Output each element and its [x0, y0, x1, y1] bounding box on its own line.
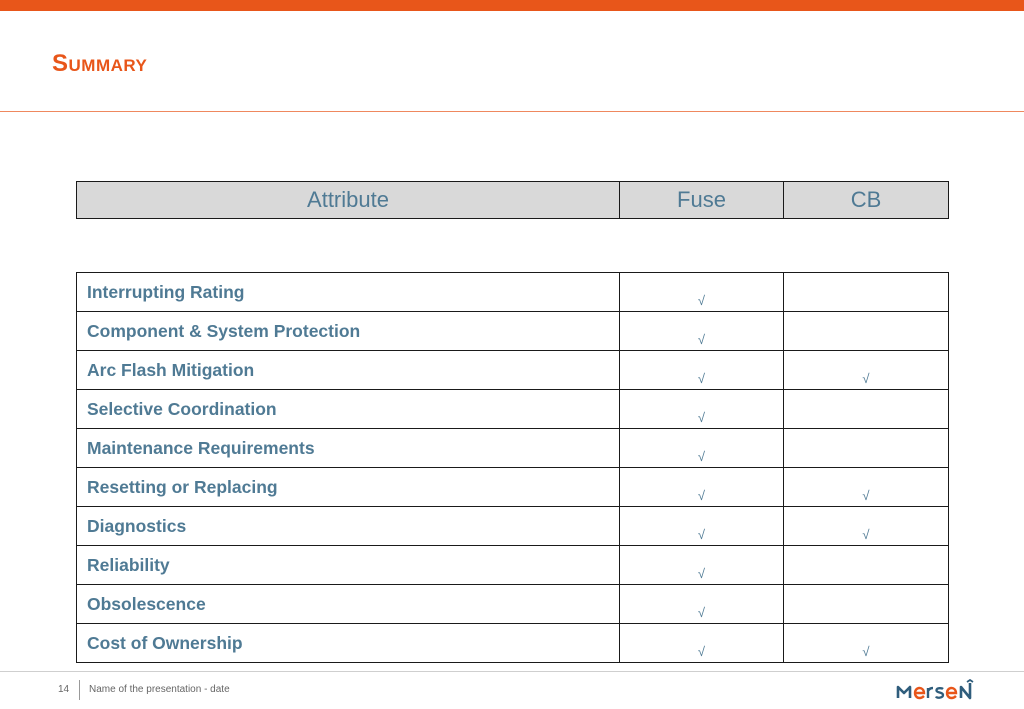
fuse-check-cell: √	[619, 272, 784, 312]
attribute-cell: Obsolescence	[76, 584, 620, 624]
footer-separator	[79, 680, 80, 700]
fuse-check-cell: √	[619, 506, 784, 546]
fuse-check-cell: √	[619, 389, 784, 429]
header-cb: CB	[783, 181, 949, 219]
attribute-cell: Reliability	[76, 545, 620, 585]
table-row: Maintenance Requirements √	[76, 428, 949, 468]
comparison-table: Interrupting Rating √ Component & System…	[76, 272, 949, 663]
cb-check-cell: √	[783, 467, 949, 507]
comparison-header-table: Attribute Fuse CB	[76, 181, 949, 219]
table-row: Cost of Ownership √ √	[76, 623, 949, 663]
cb-check-cell: √	[783, 506, 949, 546]
table-row: Component & System Protection √	[76, 311, 949, 351]
attribute-cell: Selective Coordination	[76, 389, 620, 429]
fuse-check-cell: √	[619, 584, 784, 624]
table-row: Diagnostics √ √	[76, 506, 949, 546]
header-row: Attribute Fuse CB	[76, 181, 949, 219]
attribute-cell: Cost of Ownership	[76, 623, 620, 663]
cb-check-cell	[783, 428, 949, 468]
header-fuse: Fuse	[619, 181, 784, 219]
slide-title: Summary	[52, 50, 148, 77]
footer-text: Name of the presentation - date	[89, 684, 230, 695]
table-row: Reliability √	[76, 545, 949, 585]
fuse-check-cell: √	[619, 623, 784, 663]
page-number: 14	[58, 684, 70, 695]
table-row: Arc Flash Mitigation √ √	[76, 350, 949, 390]
title-divider	[0, 111, 1024, 112]
attribute-cell: Component & System Protection	[76, 311, 620, 351]
fuse-check-cell: √	[619, 545, 784, 585]
table-row: Obsolescence √	[76, 584, 949, 624]
cb-check-cell: √	[783, 350, 949, 390]
fuse-check-cell: √	[619, 350, 784, 390]
fuse-check-cell: √	[619, 467, 784, 507]
cb-check-cell	[783, 311, 949, 351]
fuse-check-cell: √	[619, 428, 784, 468]
header-attribute: Attribute	[76, 181, 620, 219]
mersen-logo	[896, 679, 974, 700]
cb-check-cell: √	[783, 623, 949, 663]
cb-check-cell	[783, 272, 949, 312]
cb-check-cell	[783, 389, 949, 429]
attribute-cell: Maintenance Requirements	[76, 428, 620, 468]
cb-check-cell	[783, 545, 949, 585]
attribute-cell: Arc Flash Mitigation	[76, 350, 620, 390]
table-row: Selective Coordination √	[76, 389, 949, 429]
attribute-cell: Diagnostics	[76, 506, 620, 546]
table-row: Interrupting Rating √	[76, 272, 949, 312]
fuse-check-cell: √	[619, 311, 784, 351]
top-accent-bar	[0, 0, 1024, 11]
attribute-cell: Interrupting Rating	[76, 272, 620, 312]
table-row: Resetting or Replacing √ √	[76, 467, 949, 507]
cb-check-cell	[783, 584, 949, 624]
attribute-cell: Resetting or Replacing	[76, 467, 620, 507]
footer-divider-line	[0, 671, 1024, 672]
